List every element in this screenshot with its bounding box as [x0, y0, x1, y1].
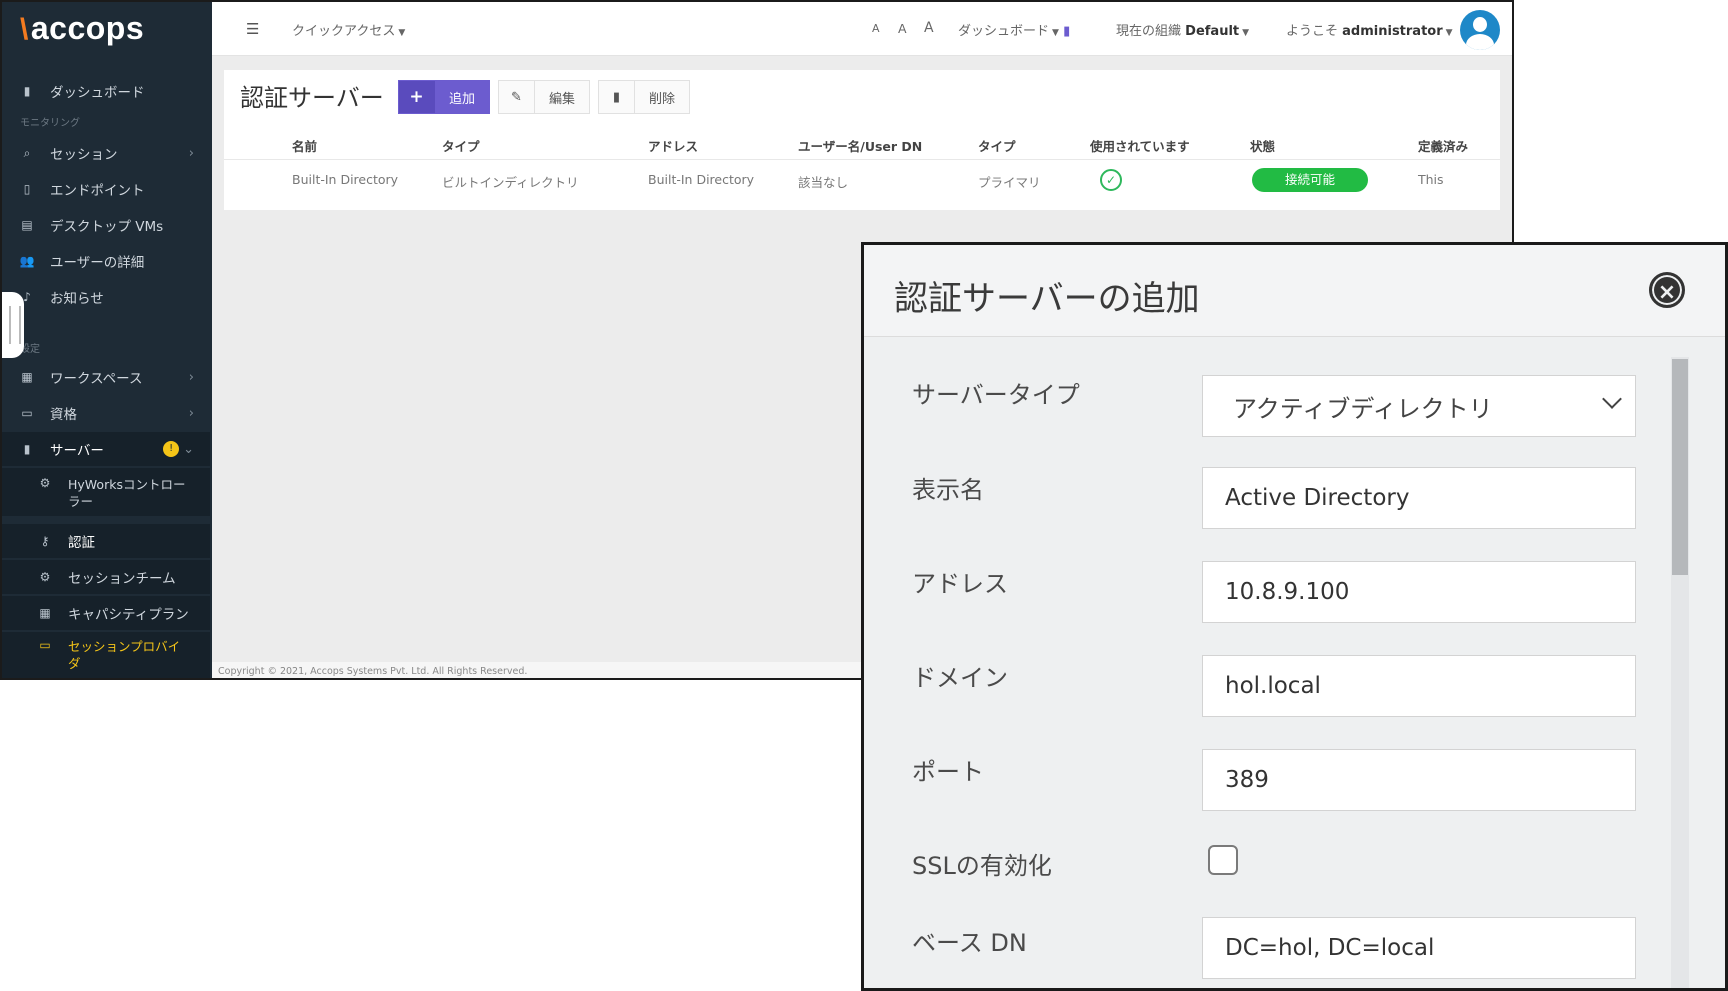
port-label: ポート — [912, 758, 984, 786]
column-header[interactable]: ユーザー名/User DN — [798, 136, 922, 155]
gear-icon: ⚙ — [39, 570, 51, 584]
sidebar-item-user-details[interactable]: 👥 ユーザーの詳細 — [2, 244, 210, 278]
add-button[interactable]: + 追加 — [398, 80, 491, 114]
column-header[interactable]: タイプ — [978, 136, 1016, 155]
auth-servers-panel: 認証サーバー + 追加 ✎ 編集 ▮ 削除 名前 タイプ アドレス ユーザー名/… — [224, 70, 1500, 210]
user-menu-dropdown[interactable]: ようこそ administrator ▼ — [1286, 20, 1453, 39]
server-type-select[interactable]: アクティブディレクトリ — [1202, 375, 1636, 437]
address-input[interactable] — [1202, 561, 1636, 623]
server-icon: ▮ — [23, 442, 31, 456]
font-size-large-button[interactable]: A — [924, 20, 934, 36]
dialog-title: 認証サーバーの追加 — [894, 279, 1200, 319]
sidebar-item-entitlements[interactable]: ▭ 資格 › — [2, 396, 210, 430]
accops-logo: \accops — [20, 10, 145, 46]
dialog-scrollbar[interactable] — [1671, 357, 1689, 988]
sidebar-drag-handle[interactable] — [2, 292, 24, 358]
delete-button[interactable]: ▮ 削除 — [598, 80, 691, 114]
sidebar-item-desktop-vms[interactable]: ▤ デスクトップ VMs — [2, 208, 210, 242]
dashboard-dropdown[interactable]: ダッシュボード ▼ ▮ — [958, 20, 1070, 39]
cell-address: Built-In Directory — [648, 172, 755, 187]
sidebar-item-dashboard[interactable]: ▮ ダッシュボード — [2, 74, 210, 108]
base-dn-label: ベース DN — [912, 929, 1027, 957]
search-icon: ⌕ — [23, 145, 31, 160]
grid-icon: ▦ — [21, 370, 33, 384]
sidebar-item-authentication[interactable]: ⚷ 認証 — [2, 524, 210, 558]
sidebar: \accops ▮ ダッシュボード モニタリング ⌕ セッション › ▯ エンド… — [2, 2, 212, 678]
chevron-right-icon: › — [188, 369, 194, 385]
key-icon: ⚷ — [40, 534, 50, 548]
top-bar: ☰ クイックアクセス ▼ A A A ダッシュボード ▼ ▮ 現在の組織 Defau… — [212, 2, 1512, 56]
column-header[interactable]: アドレス — [648, 136, 698, 155]
ssl-checkbox[interactable] — [1208, 845, 1238, 875]
chevron-right-icon: › — [188, 405, 194, 421]
sidebar-item-servers[interactable]: ▮ サーバー ! ⌄ — [2, 432, 210, 466]
bar-chart-icon: ▮ — [1063, 24, 1071, 39]
column-header[interactable]: 定義済み — [1418, 136, 1468, 155]
sidebar-item-session-teams[interactable]: ⚙ セッションチーム — [2, 560, 210, 594]
users-icon: 👥 — [19, 254, 35, 268]
calendar-icon: ▦ — [39, 606, 51, 620]
font-size-medium-button[interactable]: A — [898, 21, 907, 36]
column-header[interactable]: タイプ — [442, 136, 480, 155]
id-card-icon: ▭ — [21, 406, 33, 420]
table-header: 名前 タイプ アドレス ユーザー名/User DN タイプ 使用されています 状… — [224, 126, 1500, 160]
pencil-icon: ✎ — [499, 81, 535, 113]
chevron-down-icon: ⌄ — [183, 441, 194, 457]
sidebar-item-workspace[interactable]: ▦ ワークスペース › — [2, 360, 210, 394]
cell-predefined: This — [1418, 172, 1444, 187]
domain-input[interactable] — [1202, 655, 1636, 717]
table-row[interactable]: Built-In Directory ビルトインディレクトリ Built-In … — [224, 160, 1500, 202]
trash-icon: ▮ — [599, 81, 635, 113]
bar-chart-icon: ▮ — [23, 84, 31, 98]
check-circle-icon: ✓ — [1100, 169, 1122, 191]
port-input[interactable] — [1202, 749, 1636, 811]
cell-type: ビルトインディレクトリ — [442, 175, 579, 190]
status-badge: 接続可能 — [1252, 168, 1368, 192]
sidebar-item-endpoints[interactable]: ▯ エンドポイント — [2, 172, 210, 206]
add-auth-server-dialog: 認証サーバーの追加 × サーバータイプ アクティブディレクトリ 表示名 アドレス… — [861, 242, 1728, 991]
gear-icon: ⚙ — [39, 476, 51, 490]
sidebar-section-monitoring: モニタリング — [20, 118, 80, 129]
font-size-small-button[interactable]: A — [872, 22, 880, 35]
sidebar-item-sessions[interactable]: ⌕ セッション › — [2, 136, 210, 170]
ssl-label: SSLの有効化 — [912, 852, 1052, 880]
display-name-input[interactable] — [1202, 467, 1636, 529]
sidebar-item-hyworks-controller[interactable]: ⚙ HyWorksコントロー ラー — [2, 468, 210, 516]
domain-label: ドメイン — [912, 664, 1008, 692]
desktop-icon: ▤ — [21, 218, 33, 232]
column-header[interactable]: 使用されています — [1090, 136, 1190, 155]
mobile-icon: ▯ — [23, 182, 31, 196]
scrollbar-thumb[interactable] — [1672, 359, 1688, 575]
sidebar-item-session-provider[interactable]: ▭ セッションプロバイダ — [2, 632, 210, 678]
dialog-header: 認証サーバーの追加 × — [864, 245, 1725, 337]
organization-dropdown[interactable]: 現在の組織 Default ▼ — [1116, 20, 1249, 39]
avatar[interactable] — [1460, 10, 1500, 50]
cell-name: Built-In Directory — [292, 172, 399, 187]
column-header[interactable]: 状態 — [1250, 136, 1275, 155]
page-title: 認証サーバー — [240, 84, 384, 112]
close-icon[interactable]: × — [1649, 272, 1685, 308]
cell-type-2: プライマリ — [978, 175, 1041, 190]
server-type-label: サーバータイプ — [912, 381, 1080, 409]
address-label: アドレス — [912, 570, 1008, 598]
sidebar-item-capacity-plan[interactable]: ▦ キャパシティプラン — [2, 596, 210, 630]
monitor-icon: ▭ — [39, 638, 51, 652]
edit-button[interactable]: ✎ 編集 — [498, 80, 591, 114]
display-name-label: 表示名 — [912, 476, 984, 504]
quick-access-dropdown[interactable]: クイックアクセス ▼ — [292, 20, 405, 39]
chevron-down-icon — [1602, 389, 1622, 409]
cell-user-dn: 該当なし — [798, 175, 849, 190]
base-dn-input[interactable] — [1202, 917, 1636, 979]
plus-icon: + — [399, 81, 435, 113]
chevron-right-icon: › — [188, 145, 194, 161]
column-header[interactable]: 名前 — [292, 136, 317, 155]
sidebar-item-notifications[interactable]: ♪ お知らせ — [2, 280, 210, 314]
menu-toggle-icon[interactable]: ☰ — [246, 20, 259, 38]
notification-badge: ! — [163, 441, 180, 457]
